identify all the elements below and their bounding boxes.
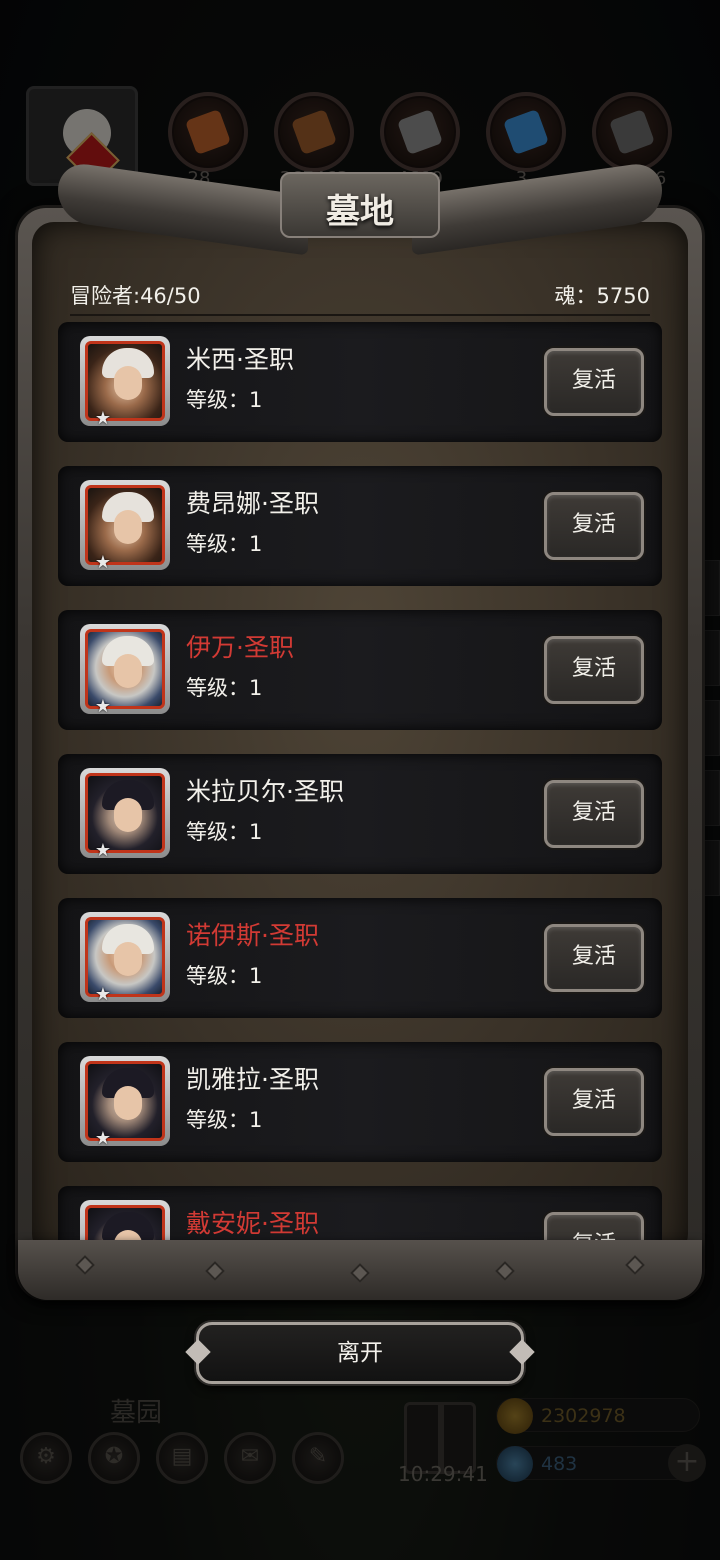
face-shape	[114, 510, 142, 544]
ornament-spike	[75, 1255, 95, 1275]
revive-button[interactable]: 复活	[544, 636, 644, 704]
dialog-header: 墓地	[18, 160, 702, 268]
graveyard-dialog: 墓地 冒险者:46/50 魂：5750 ★ 米西·圣职 等级：1 复活 ★ 费昂娜·圣职等…	[18, 160, 702, 1300]
revive-button[interactable]: 复活	[544, 1068, 644, 1136]
star-rank-icon: ★	[94, 408, 112, 429]
hero-name: 米拉贝尔·圣职	[186, 777, 344, 806]
hero-name: 米西·圣职	[186, 345, 294, 374]
revive-button[interactable]: 复活	[544, 924, 644, 992]
hero-level: 等级：1	[186, 964, 263, 988]
adventurer-count: 冒险者:46/50	[70, 284, 201, 308]
hero-name: 伊万·圣职	[186, 633, 294, 662]
hero-name: 诺伊斯·圣职	[186, 921, 319, 950]
hero-card: ★ 伊万·圣职等级：1 复活	[58, 610, 662, 730]
hero-list[interactable]: ★ 米西·圣职 等级：1 复活 ★ 费昂娜·圣职 等级：1 复活 ★ 伊万·圣职 等级：1 复活 ★ 米拉…	[58, 316, 662, 1248]
star-rank-icon: ★	[94, 984, 112, 1005]
face-shape	[114, 654, 142, 688]
star-rank-icon: ★	[94, 552, 112, 573]
ornament-spike	[205, 1261, 225, 1281]
left-wing-ornament	[58, 160, 308, 256]
hero-card: ★ 凯雅拉·圣职等级：1 复活	[58, 1042, 662, 1162]
stats-row: 冒险者:46/50 魂：5750	[70, 276, 650, 316]
leave-button[interactable]: 离开	[196, 1322, 524, 1384]
hero-card: ★ 诺伊斯·圣职等级：1 复活	[58, 898, 662, 1018]
face-shape	[114, 1086, 142, 1120]
revive-button[interactable]: 复活	[544, 780, 644, 848]
face-shape	[114, 798, 142, 832]
revive-button[interactable]: 复活	[544, 348, 644, 416]
hero-name: 戴安妮·圣职	[186, 1209, 319, 1238]
star-rank-icon: ★	[94, 1128, 112, 1149]
face-shape	[114, 942, 142, 976]
hero-card: ★戴安妮·圣职等级：1复活	[58, 1186, 662, 1248]
ornament-spike	[495, 1261, 515, 1281]
dialog-title: 墓地	[326, 192, 394, 232]
hero-card: ★ 米西·圣职等级：1 复活	[58, 322, 662, 442]
hero-level: 等级：1	[186, 388, 263, 412]
hero-level: 等级：1	[186, 532, 263, 556]
star-rank-icon: ★	[94, 696, 112, 717]
hero-level: 等级：1	[186, 820, 263, 844]
star-rank-icon: ★	[94, 840, 112, 861]
soul-count: 魂：5750	[554, 284, 650, 308]
face-shape	[114, 366, 142, 400]
revive-button[interactable]: 复活	[544, 492, 644, 560]
ornament-spike	[350, 1263, 370, 1283]
right-wing-ornament	[412, 160, 662, 256]
hero-level: 等级：1	[186, 1108, 263, 1132]
hero-level: 等级：1	[186, 676, 263, 700]
hero-name: 凯雅拉·圣职	[186, 1065, 319, 1094]
dialog-footer-ornament	[18, 1240, 702, 1300]
hero-card: ★ 米拉贝尔·圣职等级：1 复活	[58, 754, 662, 874]
hero-name: 费昂娜·圣职	[186, 489, 319, 518]
ornament-spike	[625, 1255, 645, 1275]
game-screen: 28__3674634609_3__374566 墓园 ⚙ ✪ ▤ ✉ ✎ 10…	[0, 0, 720, 1560]
hero-card: ★ 费昂娜·圣职等级：1 复活	[58, 466, 662, 586]
